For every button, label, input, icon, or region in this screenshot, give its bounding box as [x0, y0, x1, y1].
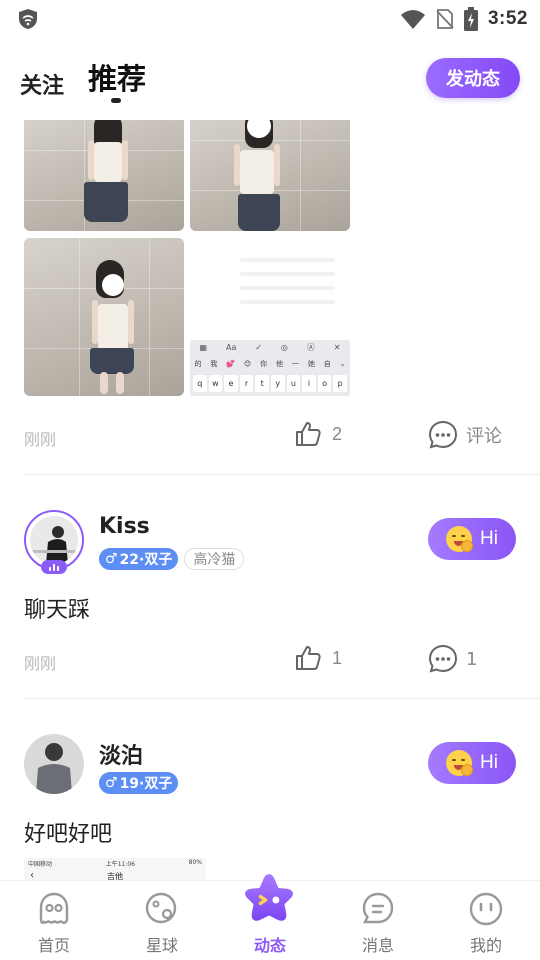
wave-emoji-icon	[446, 750, 474, 776]
planet-icon	[145, 892, 177, 924]
nav-moments[interactable]: 动态	[216, 874, 324, 960]
live-badge	[41, 560, 67, 574]
say-hi-button[interactable]: Hi	[428, 742, 516, 784]
wave-emoji-icon	[446, 526, 474, 552]
post-meta-row: 刚刚 2 评论	[0, 418, 540, 454]
comment-bubble-icon	[428, 420, 458, 449]
chat-bubble-icon	[362, 892, 394, 924]
post-divider	[24, 698, 540, 699]
nav-profile[interactable]: 我的	[432, 881, 540, 960]
male-icon: ♂	[105, 551, 118, 567]
clock: 3:52	[487, 8, 528, 29]
user-tag: 高冷猫	[184, 548, 245, 570]
post-divider	[24, 474, 540, 475]
battery-charging-icon	[463, 7, 478, 31]
feed-header: 关注 推荐 发动态	[0, 50, 540, 110]
keyboard-screenshot-image[interactable]: ▦ Aa ✓ ◎ Ⓐ ✕ 的 我 💕 😊 你 他 一 她 自 ⌄ q w e r…	[190, 238, 350, 396]
shield-wifi-icon	[19, 9, 37, 29]
avatar[interactable]	[24, 734, 84, 794]
comment-button[interactable]: 评论	[428, 420, 502, 450]
active-tab-indicator	[111, 98, 121, 103]
comment-label: 评论	[466, 426, 502, 447]
post-text: 好吧好吧	[24, 822, 113, 847]
bottom-nav: 首页 星球 动态 消息 我的	[0, 874, 540, 960]
post-image[interactable]	[24, 238, 184, 396]
username[interactable]: 淡泊	[99, 738, 143, 770]
user-tags: ♂ 22·双子 高冷猫	[99, 548, 245, 570]
like-count: 1	[332, 647, 343, 668]
post-time: 刚刚	[24, 654, 57, 673]
like-count: 2	[332, 423, 343, 444]
say-hi-button[interactable]: Hi	[428, 518, 516, 560]
nav-planet[interactable]: 星球	[108, 881, 216, 960]
comment-button[interactable]: 1	[428, 644, 477, 674]
thumbs-up-icon	[296, 422, 321, 446]
nav-messages[interactable]: 消息	[324, 881, 432, 960]
no-sim-icon	[436, 9, 454, 29]
post-image[interactable]: 中国移动 上午11:06 80% ‹ 吉他	[24, 858, 206, 880]
username[interactable]: Kiss	[99, 514, 150, 539]
comment-bubble-icon	[428, 644, 458, 673]
face-icon	[469, 892, 503, 926]
nav-home[interactable]: 首页	[0, 881, 108, 960]
like-button[interactable]: 2	[294, 420, 342, 448]
comment-count: 1	[466, 648, 478, 670]
user-tags: ♂ 19·双子	[99, 772, 179, 794]
post-meta-row: 刚刚 1 1	[0, 642, 540, 678]
wifi-icon	[400, 10, 425, 29]
status-bar: 3:52	[0, 0, 540, 38]
gender-age-badge: ♂ 19·双子	[99, 772, 179, 794]
post-image[interactable]	[24, 120, 184, 231]
gender-age-badge: ♂ 22·双子	[99, 548, 179, 570]
star-icon	[245, 874, 293, 921]
post-text: 聊天踩	[24, 598, 91, 623]
tab-recommend[interactable]: 推荐	[88, 56, 146, 98]
thumbs-up-icon	[296, 646, 321, 670]
post-moment-button[interactable]: 发动态	[426, 58, 520, 98]
male-icon: ♂	[105, 775, 118, 791]
like-button[interactable]: 1	[294, 644, 342, 672]
ghost-icon	[39, 892, 69, 924]
feed-list[interactable]: ▦ Aa ✓ ◎ Ⓐ ✕ 的 我 💕 😊 你 他 一 她 自 ⌄ q w e r…	[0, 120, 540, 880]
tab-follow[interactable]: 关注	[20, 68, 64, 100]
post-image[interactable]	[190, 120, 350, 231]
post-time: 刚刚	[24, 430, 57, 449]
